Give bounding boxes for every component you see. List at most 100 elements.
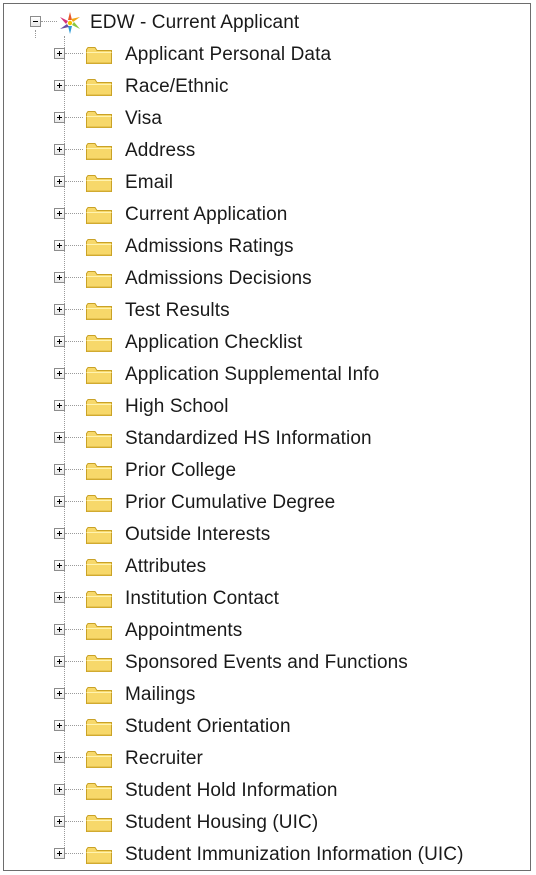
tree-folder-node[interactable]: Prior College <box>4 459 524 483</box>
tree-connector <box>65 565 83 566</box>
expand-icon[interactable] <box>54 560 65 571</box>
expand-icon[interactable] <box>54 208 65 219</box>
folder-icon <box>86 655 112 672</box>
expand-icon[interactable] <box>54 176 65 187</box>
expand-icon[interactable] <box>54 816 65 827</box>
expand-icon[interactable] <box>54 48 65 59</box>
expand-icon[interactable] <box>54 496 65 507</box>
tree-folder-label: Institution Contact <box>125 588 279 609</box>
expand-icon[interactable] <box>54 464 65 475</box>
folder-icon <box>86 207 112 224</box>
folder-icon <box>86 335 112 352</box>
tree-connector <box>65 853 83 854</box>
tree-folder-label: Admissions Ratings <box>125 236 294 257</box>
folder-icon <box>86 431 112 448</box>
tree-folder-label: Student Hold Information <box>125 780 338 801</box>
tree-connector <box>65 341 83 342</box>
collapse-icon[interactable] <box>30 16 41 27</box>
folder-icon <box>86 239 112 256</box>
expand-icon[interactable] <box>54 272 65 283</box>
tree-folder-node[interactable]: Address <box>4 139 524 163</box>
tree-folder-node[interactable]: Applicant Personal Data <box>4 43 524 67</box>
tree-connector <box>65 181 83 182</box>
tree-folder-label: Student Immunization Information (UIC) <box>125 844 464 865</box>
folder-icon <box>86 815 112 832</box>
tree-folder-node[interactable]: Recruiter <box>4 747 524 771</box>
tree-folder-node[interactable]: Student Immunization Information (UIC) <box>4 843 524 867</box>
expand-icon[interactable] <box>54 848 65 859</box>
tree-folder-node[interactable]: Standardized HS Information <box>4 427 524 451</box>
expand-icon[interactable] <box>54 688 65 699</box>
tree-folder-label: Appointments <box>125 620 243 641</box>
expand-icon[interactable] <box>54 144 65 155</box>
tree-folder-node[interactable]: Institution Contact <box>4 587 524 611</box>
tree-folder-node[interactable]: Test Results <box>4 299 524 323</box>
tree-folder-node[interactable]: Sponsored Events and Functions <box>4 651 524 675</box>
tree-connector <box>65 789 83 790</box>
tree-folder-label: Student Orientation <box>125 716 291 737</box>
tree-connector <box>65 469 83 470</box>
tree-folder-label: Admissions Decisions <box>125 268 312 289</box>
tree-folder-node[interactable]: Prior Cumulative Degree <box>4 491 524 515</box>
folder-tree: EDW - Current Applicant Applicant Person… <box>4 4 530 870</box>
tree-connector <box>65 597 83 598</box>
folder-icon <box>86 687 112 704</box>
tree-folder-label: Applicant Personal Data <box>125 44 332 65</box>
tree-folder-label: Mailings <box>125 684 196 705</box>
folder-icon <box>86 111 112 128</box>
expand-icon[interactable] <box>54 80 65 91</box>
tree-folder-node[interactable]: Race/Ethnic <box>4 75 524 99</box>
tree-folder-node[interactable]: Student Orientation <box>4 715 524 739</box>
expand-icon[interactable] <box>54 240 65 251</box>
tree-connector <box>65 629 83 630</box>
folder-icon <box>86 719 112 736</box>
expand-icon[interactable] <box>54 624 65 635</box>
expand-icon[interactable] <box>54 336 65 347</box>
tree-folder-node[interactable]: Admissions Decisions <box>4 267 524 291</box>
tree-root-label: EDW - Current Applicant <box>90 12 300 33</box>
tree-folder-label: Standardized HS Information <box>125 428 372 449</box>
tree-folder-node[interactable]: Current Application <box>4 203 524 227</box>
expand-icon[interactable] <box>54 400 65 411</box>
expand-icon[interactable] <box>54 656 65 667</box>
tree-folder-label: Email <box>125 172 174 193</box>
tree-folder-node[interactable]: Admissions Ratings <box>4 235 524 259</box>
expand-icon[interactable] <box>54 720 65 731</box>
expand-icon[interactable] <box>54 304 65 315</box>
expand-icon[interactable] <box>54 592 65 603</box>
tree-folder-node[interactable]: Email <box>4 171 524 195</box>
tree-folder-node[interactable]: Student Housing (UIC) <box>4 811 524 835</box>
tree-connector <box>65 53 83 54</box>
folder-icon <box>86 559 112 576</box>
tree-folder-node[interactable]: High School <box>4 395 524 419</box>
expand-icon[interactable] <box>54 432 65 443</box>
tree-folder-label: Test Results <box>125 300 230 321</box>
tree-folder-node[interactable]: Mailings <box>4 683 524 707</box>
tree-folder-node[interactable]: Visa <box>4 107 524 131</box>
tree-root-node[interactable]: EDW - Current Applicant <box>4 11 524 35</box>
tree-folder-node[interactable]: Application Checklist <box>4 331 524 355</box>
tree-connector <box>65 85 83 86</box>
folder-icon <box>86 175 112 192</box>
tree-folder-label: Race/Ethnic <box>125 76 229 97</box>
tree-folder-label: Application Supplemental Info <box>125 364 380 385</box>
expand-icon[interactable] <box>54 368 65 379</box>
tree-connector <box>65 437 83 438</box>
tree-connector <box>65 373 83 374</box>
tree-folder-label: Address <box>125 140 196 161</box>
folder-icon <box>86 143 112 160</box>
expand-icon[interactable] <box>54 112 65 123</box>
tree-connector <box>65 533 83 534</box>
tree-connector <box>65 821 83 822</box>
tree-folder-node[interactable]: Application Supplemental Info <box>4 363 524 387</box>
tree-connector <box>65 213 83 214</box>
expand-icon[interactable] <box>54 784 65 795</box>
tree-folder-node[interactable]: Student Hold Information <box>4 779 524 803</box>
expand-icon[interactable] <box>54 752 65 763</box>
tree-folder-node[interactable]: Outside Interests <box>4 523 524 547</box>
tree-folder-node[interactable]: Appointments <box>4 619 524 643</box>
expand-icon[interactable] <box>54 528 65 539</box>
folder-icon <box>86 847 112 864</box>
tree-folder-node[interactable]: Attributes <box>4 555 524 579</box>
tree-folder-label: Student Housing (UIC) <box>125 812 319 833</box>
